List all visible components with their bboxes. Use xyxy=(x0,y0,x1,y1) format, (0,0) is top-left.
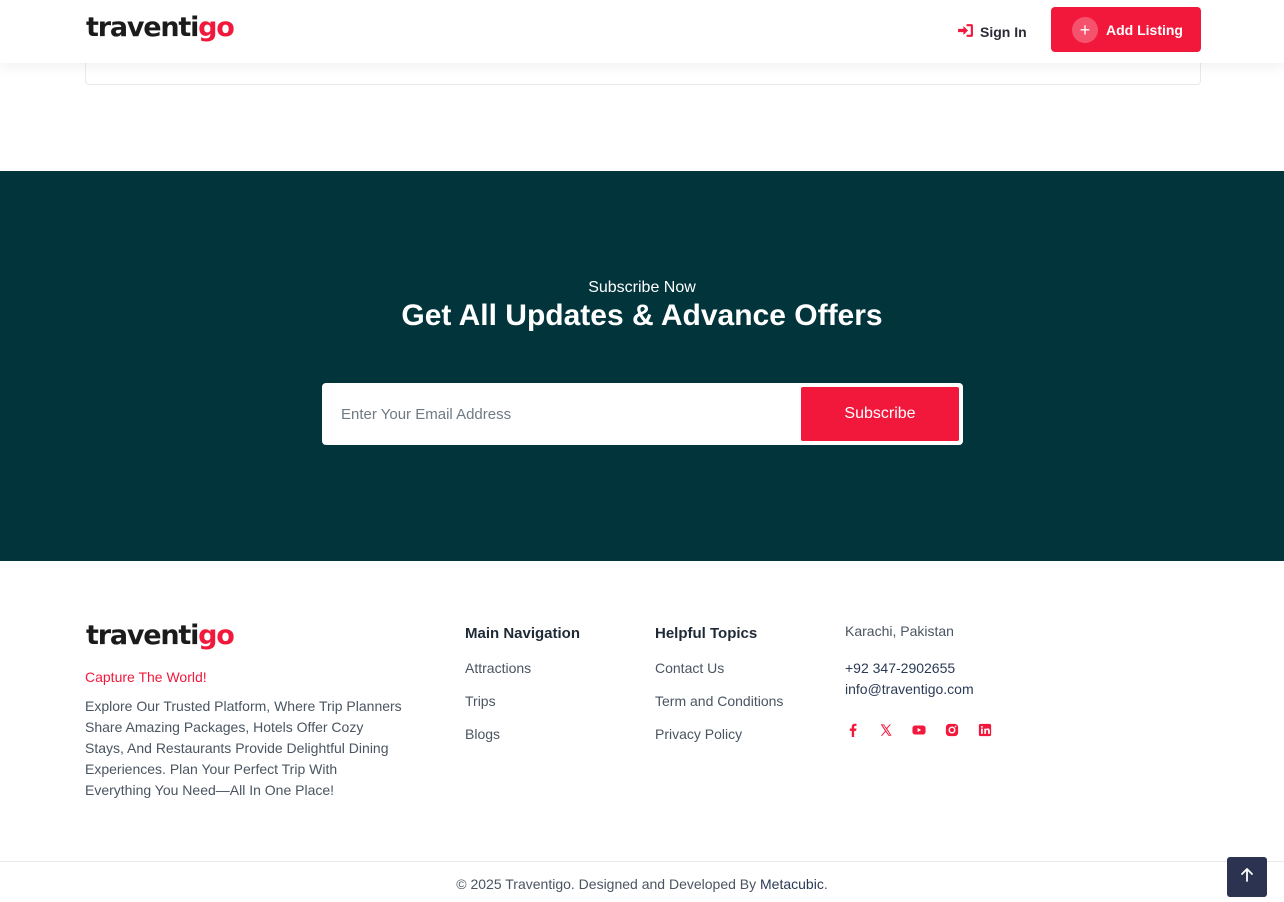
copyright-suffix: . xyxy=(823,876,828,892)
contact-email[interactable]: info@traventigo.com xyxy=(845,681,974,697)
sign-in-label: Sign In xyxy=(980,24,1027,40)
helpful-topics-title: Helpful Topics xyxy=(655,625,758,642)
logo-accent-text: go xyxy=(198,12,235,43)
youtube-icon[interactable] xyxy=(911,722,927,738)
copyright: © 2025 Traventigo. Designed and Develope… xyxy=(0,876,1284,892)
sign-in-icon xyxy=(957,22,974,42)
logo-text: traventi xyxy=(86,620,199,651)
footer-tagline: Capture The World! xyxy=(85,669,207,685)
main-navigation-title: Main Navigation xyxy=(465,625,581,642)
instagram-icon[interactable] xyxy=(944,722,960,738)
sign-in-link[interactable]: Sign In xyxy=(957,22,1027,42)
subscribe-title: Get All Updates & Advance Offers xyxy=(401,299,883,332)
contact-address: Karachi, Pakistan xyxy=(845,623,954,639)
contact-phone[interactable]: +92 347-2902655 xyxy=(845,660,955,676)
header-logo[interactable]: traventigo xyxy=(86,12,235,43)
x-icon[interactable] xyxy=(878,722,894,738)
add-listing-button[interactable]: + Add Listing xyxy=(1051,7,1201,52)
developer-link[interactable]: Metacubic xyxy=(760,876,824,892)
footer-link-trips[interactable]: Trips xyxy=(465,693,531,726)
subscribe-button[interactable]: Subscribe xyxy=(801,387,959,441)
social-links xyxy=(845,722,993,738)
footer-link-blogs[interactable]: Blogs xyxy=(465,726,531,759)
footer-divider xyxy=(0,861,1284,862)
site-header: traventigo Sign In + Add Listing xyxy=(0,0,1284,63)
email-input[interactable] xyxy=(322,383,792,445)
footer-link-privacy[interactable]: Privacy Policy xyxy=(655,726,783,759)
plus-icon: + xyxy=(1072,16,1098,43)
scroll-to-top-button[interactable] xyxy=(1227,857,1267,897)
footer-link-terms[interactable]: Term and Conditions xyxy=(655,693,783,726)
footer-logo[interactable]: traventigo xyxy=(86,620,235,651)
helpful-topics-list: Contact Us Term and Conditions Privacy P… xyxy=(655,660,783,759)
add-listing-label: Add Listing xyxy=(1106,21,1183,38)
footer-link-attractions[interactable]: Attractions xyxy=(465,660,531,693)
footer-about-text: Explore Our Trusted Platform, Where Trip… xyxy=(85,698,402,798)
subscribe-section: Subscribe Now Get All Updates & Advance … xyxy=(0,171,1284,561)
main-navigation-list: Attractions Trips Blogs xyxy=(465,660,531,759)
subscribe-kicker: Subscribe Now xyxy=(588,279,696,296)
arrow-up-icon xyxy=(1239,867,1255,888)
footer-link-contact-us[interactable]: Contact Us xyxy=(655,660,783,693)
logo-accent-text: go xyxy=(198,620,235,651)
facebook-icon[interactable] xyxy=(845,722,861,738)
subscribe-form: Subscribe xyxy=(322,383,963,445)
linkedin-icon[interactable] xyxy=(977,722,993,738)
copyright-text: © 2025 Traventigo. Designed and Develope… xyxy=(456,876,761,892)
logo-text: traventi xyxy=(86,12,199,43)
